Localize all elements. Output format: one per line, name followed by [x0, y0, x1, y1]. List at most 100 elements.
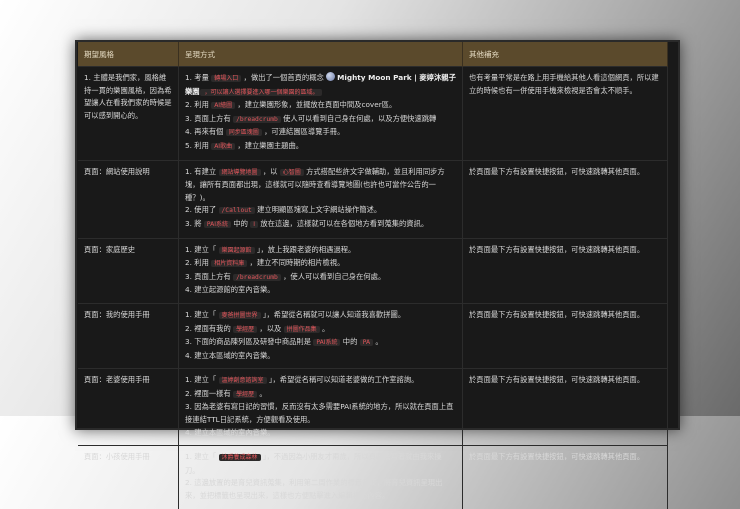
- method-line: 2. 這邊放置的是育兒資訊蒐集，利用第二周作業的標籤系統，將育兒資訊呈現出來，並…: [185, 477, 456, 502]
- inline-code-tag: 沐爵養成森林: [218, 454, 261, 462]
- method-text: 。: [257, 388, 267, 398]
- method-text: ，以及: [257, 323, 284, 333]
- method-text: 。: [319, 323, 330, 333]
- method-line: 2. 裡面有我的 學經歷 ，以及 拼圖作品集 。: [185, 323, 456, 337]
- inline-code-tag: PAI系統: [313, 339, 341, 347]
- method-text: 」，希望從名稱就可以讓人知道我喜歡拼圖。: [260, 309, 406, 319]
- notes-cell[interactable]: 也有考量平常是在路上用手機給其他人看這個網頁，所以建立的時候也有一併使用手機來檢…: [462, 66, 668, 161]
- method-text: 」，放上我跟老婆的相遇過程。: [254, 244, 356, 254]
- method-line: 1. 建立「 樂園起源館 」，放上我跟老婆的相遇過程。: [185, 244, 456, 258]
- method-text: 4. 建立本區域的室內音樂。: [185, 427, 275, 437]
- method-cell[interactable]: 1. 建立「 麥爸拼圖世界 」，希望從名稱就可以讓人知道我喜歡拼圖。 2. 裡面有…: [178, 302, 463, 369]
- method-text: 2. 這邊放置的是育兒資訊蒐集，利用第二周作業的標籤系統，將育兒資訊呈現出來，並…: [185, 478, 443, 501]
- method-text: 建立明顯區塊寫上文字網站操作簡述。: [254, 205, 382, 215]
- table-header-row: 期望風格 呈現方式 其他補充: [78, 42, 668, 67]
- inline-code-tag: 溫婷創意諮詢室: [218, 377, 267, 385]
- method-text: 3. 將: [185, 218, 204, 228]
- inline-code-tag: 心智圖: [279, 168, 304, 176]
- inline-code-tag: 學經歷: [233, 390, 258, 398]
- inline-code-tag: 學經歷: [233, 325, 258, 333]
- method-text: 2. 裡面一樣有: [185, 388, 234, 398]
- method-line: 2. 裡面一樣有 學經歷 。: [185, 388, 456, 402]
- method-line: 1. 有建立 網站導覽地圖 ，以 心智圖 方式搭配些許文字做輔助，並且利用同步方…: [185, 166, 456, 205]
- style-cell[interactable]: 頁面：小孩使用手冊: [78, 445, 179, 509]
- method-text: 3. 下面的商品陳列區及研發中商品則是: [185, 337, 314, 347]
- method-cell[interactable]: 1. 建立「 樂園起源館 」，放上我跟老婆的相遇過程。 2. 利用 相片資料庫 ，…: [178, 237, 463, 304]
- method-line: 4. 建立起源館的室內音樂。: [185, 284, 456, 297]
- method-text: ，建立樂園形象，並擺放在頁面中間及cover區。: [235, 100, 397, 110]
- method-text: 1. 建立「: [185, 244, 219, 254]
- style-cell[interactable]: 頁面：老婆使用手冊: [78, 368, 179, 446]
- method-line: 3. 將 PAI系統 中的 I 放在這邊，這樣就可以在各個地方看到蒐集的資訊。: [185, 218, 456, 232]
- style-cell[interactable]: 頁面：我的使用手冊: [78, 302, 179, 369]
- method-text: 3. 頁面上方有: [185, 271, 234, 281]
- notes-cell[interactable]: 於頁面最下方有設置快捷按鈕，可快速跳轉其他頁面。: [462, 237, 668, 304]
- notes-cell[interactable]: 於頁面最下方有設置快捷按鈕，可快速跳轉其他頁面。: [462, 368, 668, 446]
- method-text: 。: [373, 337, 383, 347]
- method-text: 中的: [231, 218, 251, 228]
- method-line: 1. 建立「 沐爵養成森林 」，不過因為小朋友才兩歲，所以頁面撰寫者就由我來操刀…: [185, 451, 456, 477]
- method-text: ，以: [260, 166, 280, 176]
- method-line: 3. 下面的商品陳列區及研發中商品則是 PAI系統 中的 PA 。: [185, 336, 456, 350]
- style-cell[interactable]: 頁面：網站使用說明: [78, 159, 179, 239]
- method-line: 2. 利用 相片資料庫 ，建立不同時期的相片檢視。: [185, 257, 456, 271]
- method-text: 使人可以看到自己身在何處，以及方便快速跳轉: [280, 113, 437, 123]
- method-line: 3. 頁面上方有 /breadcrumb ，使人可以看到自己身在何處。: [185, 271, 456, 285]
- method-cell[interactable]: 1. 有建立 網站導覽地圖 ，以 心智圖 方式搭配些許文字做輔助，並且利用同步方…: [178, 159, 463, 239]
- inline-code-tag: ，可以讓人選擇要進入哪一個樂園的區域。: [199, 88, 322, 96]
- method-line: 3. 頁面上方有 /breadcrumb 使人可以看到自己身在何處，以及方便快速…: [185, 113, 456, 127]
- inline-code-tag: PAI系統: [203, 220, 232, 228]
- notes-cell[interactable]: 於頁面最下方有設置快捷按鈕，可快速跳轉其他頁面。: [462, 445, 668, 509]
- style-cell[interactable]: 頁面：家庭歷史: [78, 237, 179, 304]
- method-cell[interactable]: 1. 考量 轉場入口 ，做出了一個首頁的概念 Mighty Moon Park …: [178, 66, 463, 161]
- method-text: ，建立樂園主題曲。: [235, 140, 304, 150]
- inline-code-tag: 拼圖作品集: [283, 325, 320, 333]
- method-text: 4. 再來有個: [185, 127, 226, 137]
- method-text: 2. 裡面有我的: [185, 323, 234, 333]
- method-text: 放在這邊，這樣就可以在各個地方看到蒐集的資訊。: [258, 218, 429, 228]
- method-text: 3. 因為老婆有寫日記的習慣，反而沒有太多需要PAI系統的地方，所以就在頁面上直…: [185, 402, 454, 425]
- method-text: 1. 考量: [185, 73, 212, 82]
- table-row: 1. 主體是我們家，風格維持一貫的樂園風格，因為希望讓人在看我們家的時候是可以感…: [78, 66, 668, 161]
- inline-code-tag: /breadcrumb: [233, 115, 281, 123]
- method-line: 1. 考量 轉場入口 ，做出了一個首頁的概念 Mighty Moon Park …: [185, 72, 456, 99]
- table-row: 頁面：小孩使用手冊 1. 建立「 沐爵養成森林 」，不過因為小朋友才兩歲，所以頁面…: [78, 445, 668, 509]
- moon-park-icon: [326, 72, 336, 81]
- method-line: 5. 利用 AI歌曲 ，建立樂園主題曲。: [185, 140, 456, 154]
- method-line: 2. 使用了 /Callout 建立明顯區塊寫上文字網站操作簡述。: [185, 204, 456, 218]
- method-text: 3. 頁面上方有: [185, 113, 234, 123]
- inline-code-tag: /breadcrumb: [233, 273, 281, 281]
- header-notes: 其他補充: [462, 42, 668, 67]
- method-text: ，做出了一個首頁的概念: [241, 73, 327, 82]
- method-text: 」，希望從名稱可以知道老婆做的工作室諮詢。: [266, 375, 419, 385]
- method-text: 4. 建立本區域的室內音樂。: [185, 350, 275, 360]
- inline-code-tag: I: [250, 220, 259, 228]
- method-cell[interactable]: 1. 建立「 溫婷創意諮詢室 」，希望從名稱可以知道老婆做的工作室諮詢。 2. 裡…: [178, 368, 463, 446]
- table-row: 頁面：網站使用說明 1. 有建立 網站導覽地圖 ，以 心智圖 方式搭配些許文字做輔…: [78, 159, 668, 239]
- method-text: 2. 利用: [185, 258, 212, 268]
- method-text: 2. 使用了: [185, 205, 219, 215]
- method-line: 1. 建立「 麥爸拼圖世界 」，希望從名稱就可以讓人知道我喜歡拼圖。: [185, 309, 456, 323]
- inline-code-tag: 樂園起源館: [218, 246, 255, 254]
- inline-code-tag: AI歌曲: [211, 142, 236, 150]
- method-text: 1. 建立「: [185, 309, 219, 319]
- method-text: ，使人可以看到自己身在何處。: [280, 271, 386, 281]
- method-cell[interactable]: 1. 建立「 沐爵養成森林 」，不過因為小朋友才兩歲，所以頁面撰寫者就由我來操刀…: [178, 445, 463, 509]
- notes-cell[interactable]: 於頁面最下方有設置快捷按鈕，可快速跳轉其他頁面。: [462, 159, 668, 239]
- style-cell[interactable]: 1. 主體是我們家，風格維持一貫的樂園風格，因為希望讓人在看我們家的時候是可以感…: [78, 66, 179, 161]
- method-text: 5. 利用: [185, 140, 212, 150]
- inline-code-tag: 網站導覽地圖: [218, 168, 261, 176]
- method-line: 4. 再來有個 同步區塊圖 ，可連結園區導覽手冊。: [185, 126, 456, 140]
- table-row: 頁面：家庭歷史 1. 建立「 樂園起源館 」，放上我跟老婆的相遇過程。 2. 利用 …: [78, 237, 668, 304]
- header-style: 期望風格: [78, 42, 179, 67]
- method-text: 4. 建立起源館的室內音樂。: [185, 285, 275, 295]
- method-line: 3. 因為老婆有寫日記的習慣，反而沒有太多需要PAI系統的地方，所以就在頁面上直…: [185, 401, 456, 426]
- method-text: 1. 建立「: [185, 452, 219, 462]
- notes-cell[interactable]: 於頁面最下方有設置快捷按鈕，可快速跳轉其他頁面。: [462, 302, 668, 369]
- inline-code-tag: 同步區塊圖: [225, 129, 262, 137]
- inline-code-tag: PA: [359, 339, 374, 347]
- table-row: 頁面：老婆使用手冊 1. 建立「 溫婷創意諮詢室 」，希望從名稱可以知道老婆做的工…: [78, 368, 668, 446]
- method-text: 1. 有建立: [185, 166, 219, 176]
- comparison-table: 期望風格 呈現方式 其他補充 1. 主體是我們家，風格維持一貫的樂園風格，因為希…: [78, 42, 668, 509]
- inline-code-tag: 麥爸拼圖世界: [218, 311, 261, 319]
